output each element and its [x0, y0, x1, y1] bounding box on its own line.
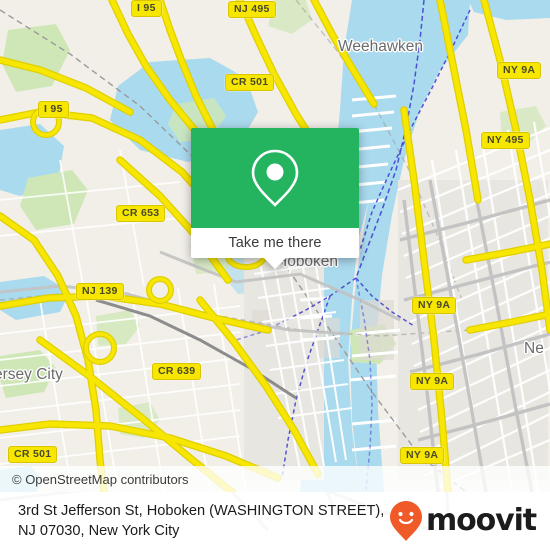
take-me-there-button[interactable]: Take me there — [191, 228, 359, 258]
highway-shield: NY 9A — [497, 62, 542, 79]
highway-shield: NJ 495 — [228, 1, 276, 18]
location-popup-card[interactable]: Take me there — [191, 128, 359, 269]
place-label: Ne — [524, 340, 544, 357]
moovit-logo: moovit — [389, 500, 537, 542]
map-canvas[interactable]: I 95 NJ 495 I 95 CR 501 NY 9A NY 495 CR 653 NJ … — [0, 0, 550, 492]
highway-shield: I 95 — [131, 0, 162, 17]
map-attribution-bar: © OpenStreetMap contributors — [0, 466, 550, 492]
popup-header — [191, 128, 359, 228]
highway-shield: NY 9A — [412, 297, 457, 314]
moovit-smiley-pin-icon — [389, 501, 422, 541]
popup-pointer-tail — [264, 258, 286, 269]
place-label: ersey City — [0, 366, 63, 383]
moovit-wordmark: moovit — [425, 503, 537, 538]
take-me-there-label: Take me there — [228, 235, 322, 251]
osm-attribution-text: © OpenStreetMap contributors — [12, 471, 189, 487]
place-label: Weehawken — [338, 38, 424, 55]
location-pin-icon — [251, 149, 299, 207]
highway-shield: NJ 139 — [76, 283, 124, 300]
highway-shield: CR 639 — [152, 363, 202, 380]
highway-shield: NY 9A — [400, 447, 445, 464]
highway-shield: I 95 — [38, 101, 69, 118]
highway-shield: CR 501 — [8, 446, 58, 463]
map-page: I 95 NJ 495 I 95 CR 501 NY 9A NY 495 CR 653 NJ … — [0, 0, 550, 550]
address-text: 3rd St Jefferson St, Hoboken (WASHINGTON… — [18, 503, 385, 539]
footer-bar: 3rd St Jefferson St, Hoboken (WASHINGTON… — [0, 492, 550, 550]
highway-shield: NY 495 — [481, 132, 530, 149]
highway-shield: NY 9A — [410, 373, 455, 390]
highway-shield: CR 501 — [225, 74, 275, 91]
highway-shield: CR 653 — [116, 205, 166, 222]
